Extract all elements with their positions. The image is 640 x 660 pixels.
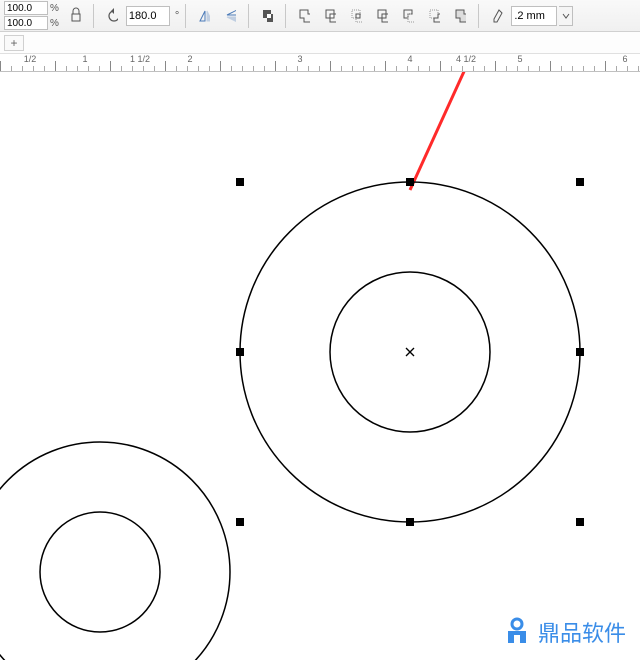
trim-icon	[324, 8, 336, 24]
new-tab-button[interactable]: +	[4, 35, 24, 51]
combine-button[interactable]	[255, 4, 279, 28]
outline-pen-icon	[491, 8, 503, 24]
ruler-label: 4 1/2	[456, 54, 476, 64]
mirror-horizontal-icon	[198, 8, 210, 24]
rotate-ccw-icon	[106, 8, 118, 24]
shape-circle-small-inner[interactable]	[40, 512, 160, 632]
ruler-label: 6	[622, 54, 627, 64]
sel-handle-bm[interactable]	[406, 518, 414, 526]
lock-ratio-button[interactable]	[63, 4, 87, 28]
intersect-button[interactable]	[344, 4, 368, 28]
simplify-icon	[376, 8, 388, 24]
selection-center-marker	[406, 348, 414, 356]
separator	[93, 4, 94, 28]
sel-handle-br[interactable]	[576, 518, 584, 526]
lock-icon	[69, 7, 81, 25]
outline-pen-button[interactable]	[485, 4, 509, 28]
scale-y-input[interactable]	[4, 16, 48, 30]
scale-y-unit: %	[50, 18, 59, 29]
rotate-ccw-button[interactable]	[100, 4, 124, 28]
mirror-vertical-icon	[224, 8, 236, 24]
scale-group: % %	[4, 1, 59, 31]
rotation-input[interactable]	[126, 6, 170, 26]
ruler-label: 2	[187, 54, 192, 64]
weld-button[interactable]	[292, 4, 316, 28]
scale-x-unit: %	[50, 3, 59, 14]
separator	[478, 4, 479, 28]
simplify-button[interactable]	[370, 4, 394, 28]
separator	[248, 4, 249, 28]
degree-icon: °	[175, 10, 179, 22]
trim-button[interactable]	[318, 4, 342, 28]
back-minus-front-button[interactable]	[422, 4, 446, 28]
line-width-input[interactable]	[511, 6, 557, 26]
sel-handle-bl[interactable]	[236, 518, 244, 526]
chevron-down-icon	[562, 12, 570, 20]
front-minus-back-icon	[402, 8, 414, 24]
weld-icon	[298, 8, 310, 24]
line-width-dropdown[interactable]	[559, 6, 573, 26]
separator	[285, 4, 286, 28]
back-minus-front-icon	[428, 8, 440, 24]
boundary-icon	[454, 8, 466, 24]
watermark-logo-icon	[502, 617, 532, 647]
ruler-label: 3	[297, 54, 302, 64]
sel-handle-tm[interactable]	[406, 178, 414, 186]
intersect-icon	[350, 8, 362, 24]
sel-handle-tr[interactable]	[576, 178, 584, 186]
ruler-label: 1/2	[24, 54, 37, 64]
ruler-label: 1	[82, 54, 87, 64]
watermark-text: 鼎品软件	[538, 616, 626, 648]
ruler-label: 5	[517, 54, 522, 64]
ruler-label: 1 1/2	[130, 54, 150, 64]
sel-handle-mr[interactable]	[576, 348, 584, 356]
scale-x-input[interactable]	[4, 1, 48, 15]
drawing-canvas[interactable]	[0, 72, 640, 620]
combine-icon	[261, 8, 273, 24]
shape-circle-small-outer[interactable]	[0, 442, 230, 660]
watermark: 鼎品软件	[502, 616, 626, 648]
horizontal-ruler: 1/2 1 1 1/2 2 3 4 4 1/2 5 6	[0, 54, 640, 72]
separator	[185, 4, 186, 28]
mirror-horizontal-button[interactable]	[192, 4, 216, 28]
sel-handle-ml[interactable]	[236, 348, 244, 356]
mirror-vertical-button[interactable]	[218, 4, 242, 28]
front-minus-back-button[interactable]	[396, 4, 420, 28]
ruler-label: 4	[407, 54, 412, 64]
document-tab-bar: +	[0, 32, 640, 54]
boundary-button[interactable]	[448, 4, 472, 28]
property-toolbar: % % °	[0, 0, 640, 32]
annotation-arrow	[410, 72, 490, 190]
sel-handle-tl[interactable]	[236, 178, 244, 186]
